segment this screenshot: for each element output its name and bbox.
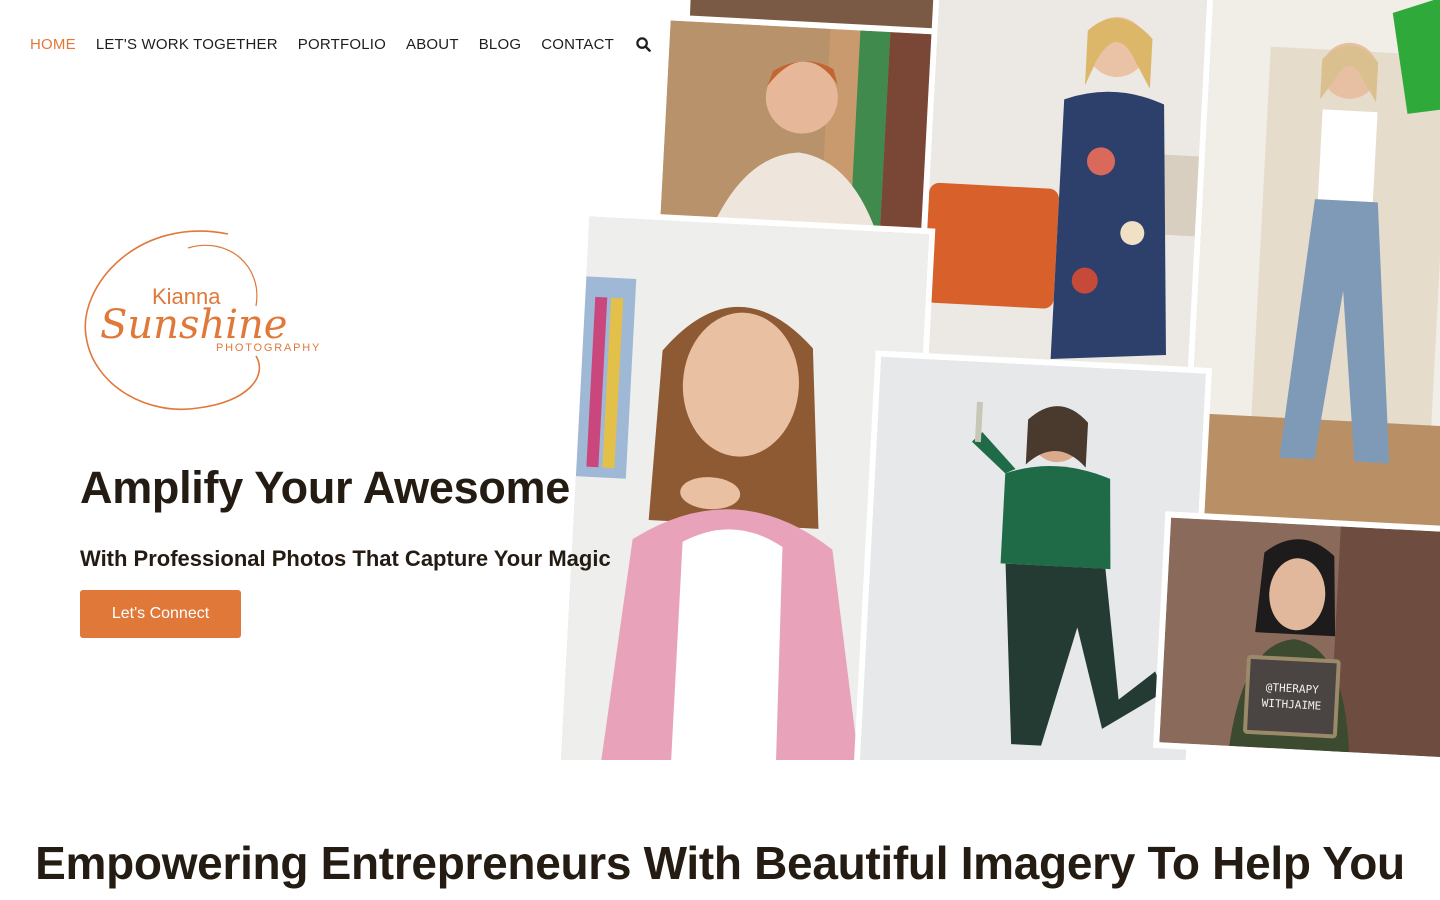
nav-contact[interactable]: CONTACT	[541, 36, 614, 53]
hero-subtitle: With Professional Photos That Capture Yo…	[80, 546, 611, 571]
photo-portrait-ottoman	[920, 0, 1230, 378]
letterboard-line1: @THERAPY	[1266, 681, 1320, 697]
main-nav: HOME LET'S WORK TOGETHER PORTFOLIO ABOUT…	[30, 36, 652, 53]
nav-portfolio[interactable]: PORTFOLIO	[298, 36, 386, 53]
section-heading: Empowering Entrepreneurs With Beautiful …	[35, 837, 1405, 889]
nav-home[interactable]: HOME	[30, 36, 76, 53]
photo-portrait-cafe	[659, 20, 961, 246]
nav-blog[interactable]: BLOG	[479, 36, 521, 53]
hero-title: Amplify Your Awesome	[80, 462, 570, 513]
photo-portrait-green-blouse	[859, 356, 1206, 760]
photo-portrait-letterboard: @THERAPY WITHJAIME	[1159, 517, 1440, 758]
nav-about[interactable]: ABOUT	[406, 36, 459, 53]
search-icon[interactable]	[636, 36, 652, 53]
lets-connect-button[interactable]: Let's Connect	[80, 590, 241, 638]
photo-portrait-jeans	[1186, 0, 1440, 527]
photo-collage: @THERAPY WITHJAIME	[540, 0, 1440, 760]
nav-lets-work-together[interactable]: LET'S WORK TOGETHER	[96, 36, 278, 53]
brand-logo[interactable]: Kianna Sunshine PHOTOGRAPHY	[78, 226, 340, 416]
logo-line3: PHOTOGRAPHY	[216, 342, 321, 354]
